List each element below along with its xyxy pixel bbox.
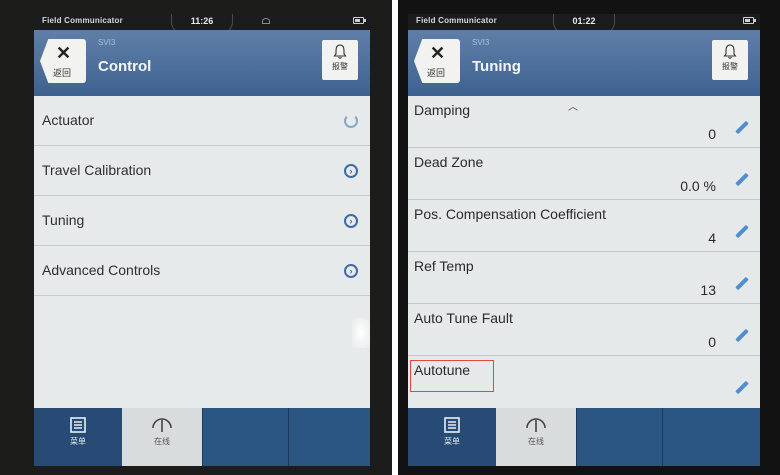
param-value: 0	[708, 126, 716, 142]
param-name: Damping	[414, 102, 471, 118]
param-pos-compensation-coefficient[interactable]: Pos. Compensation Coefficient 4	[408, 200, 760, 252]
tab-online[interactable]: 在线	[122, 408, 202, 466]
chevron-right-circle-icon: ›	[344, 164, 358, 178]
param-name: Auto Tune Fault	[414, 310, 513, 326]
loading-spinner-icon	[344, 114, 358, 128]
list-icon	[70, 417, 86, 433]
battery-icon	[353, 17, 366, 24]
param-name: Ref Temp	[414, 258, 474, 274]
alarm-button[interactable]: 报警	[322, 40, 358, 80]
breadcrumb: SVI3	[98, 38, 116, 47]
alarm-label: 报警	[722, 62, 738, 71]
device-screen: Field Communicator 11:26 ✕ 返回 SVI3 Contr…	[34, 14, 370, 466]
param-name: Autotune	[414, 362, 471, 378]
gauge-icon	[526, 418, 546, 432]
menu-item-label: Actuator	[42, 112, 95, 128]
battery-icon	[743, 17, 756, 24]
list-icon	[444, 417, 460, 433]
tab-empty	[288, 408, 370, 466]
back-label: 返回	[53, 68, 72, 78]
param-value: 4	[708, 230, 716, 246]
tab-menu-label: 菜单	[70, 437, 86, 446]
menu-item-label: Tuning	[42, 212, 85, 228]
edit-pencil-icon[interactable]	[735, 380, 749, 395]
bottom-nav: 菜单 在线	[408, 408, 760, 466]
edit-pencil-icon[interactable]	[735, 120, 749, 135]
back-button[interactable]: ✕ 返回	[40, 39, 86, 83]
edit-pencil-icon[interactable]	[735, 224, 749, 239]
tab-empty	[202, 408, 288, 466]
param-name: Pos. Compensation Coefficient	[414, 206, 606, 222]
tab-empty	[662, 408, 760, 466]
param-damping[interactable]: Damping 0	[408, 96, 760, 148]
status-app-name: Field Communicator	[416, 16, 497, 25]
menu-item-actuator[interactable]: Actuator	[34, 96, 370, 146]
edit-pencil-icon[interactable]	[735, 172, 749, 187]
control-menu-list: Actuator Travel Calibration › Tuning › A…	[34, 96, 370, 408]
param-ref-temp[interactable]: Ref Temp 13	[408, 252, 760, 304]
tab-online-label: 在线	[528, 437, 544, 446]
edit-pencil-icon[interactable]	[735, 328, 749, 343]
tab-menu[interactable]: 菜单	[34, 408, 122, 466]
bell-icon	[723, 44, 737, 59]
device-screen: Field Communicator 01:22 ✕ 返回 SVI3 Tunin…	[408, 14, 760, 466]
alarm-button[interactable]: 报警	[712, 40, 748, 80]
status-app-name: Field Communicator	[42, 16, 123, 25]
breadcrumb: SVI3	[472, 38, 490, 47]
menu-item-tuning[interactable]: Tuning ›	[34, 196, 370, 246]
menu-item-travel-calibration[interactable]: Travel Calibration ›	[34, 146, 370, 196]
menu-item-label: Travel Calibration	[42, 162, 152, 178]
tab-online-label: 在线	[154, 437, 170, 446]
menu-item-label: Advanced Controls	[42, 262, 161, 278]
page-title: Tuning	[472, 58, 521, 75]
param-value: 13	[700, 282, 716, 298]
chevron-right-circle-icon: ›	[344, 214, 358, 228]
param-autotune[interactable]: Autotune	[408, 356, 760, 416]
edit-pencil-icon[interactable]	[735, 276, 749, 291]
back-button[interactable]: ✕ 返回	[414, 39, 460, 83]
param-dead-zone[interactable]: Dead Zone 0.0 %	[408, 148, 760, 200]
app-header: ✕ 返回 SVI3 Control 报警	[34, 30, 370, 96]
param-value: 0	[708, 334, 716, 350]
alarm-label: 报警	[332, 62, 348, 71]
chevron-right-circle-icon: ›	[344, 264, 358, 278]
status-bar: Field Communicator 01:22	[408, 14, 760, 34]
tab-online[interactable]: 在线	[496, 408, 576, 466]
app-header: ✕ 返回 SVI3 Tuning 报警	[408, 30, 760, 96]
device-photo-control: Field Communicator 11:26 ✕ 返回 SVI3 Contr…	[0, 0, 392, 475]
status-time: 01:22	[572, 16, 596, 26]
status-time: 11:26	[190, 16, 214, 26]
close-icon: ✕	[56, 43, 72, 63]
device-photo-tuning: Field Communicator 01:22 ✕ 返回 SVI3 Tunin…	[398, 0, 780, 475]
close-icon: ✕	[430, 43, 446, 63]
tab-empty	[576, 408, 662, 466]
gauge-icon	[152, 418, 172, 432]
back-label: 返回	[427, 68, 446, 78]
tuning-parameter-list: ︿ Damping 0 Dead Zone 0.0 % Pos. Compens…	[408, 96, 760, 416]
tab-menu-label: 菜单	[444, 437, 460, 446]
bluetooth-icon	[262, 18, 270, 24]
bell-icon	[333, 44, 347, 59]
page-title: Control	[98, 58, 152, 75]
param-auto-tune-fault[interactable]: Auto Tune Fault 0	[408, 304, 760, 356]
menu-item-advanced-controls[interactable]: Advanced Controls ›	[34, 246, 370, 296]
param-value: 0.0 %	[680, 178, 716, 194]
bottom-nav: 菜单 在线	[34, 408, 370, 466]
param-name: Dead Zone	[414, 154, 484, 170]
tab-menu[interactable]: 菜单	[408, 408, 496, 466]
status-bar: Field Communicator 11:26	[34, 14, 370, 34]
